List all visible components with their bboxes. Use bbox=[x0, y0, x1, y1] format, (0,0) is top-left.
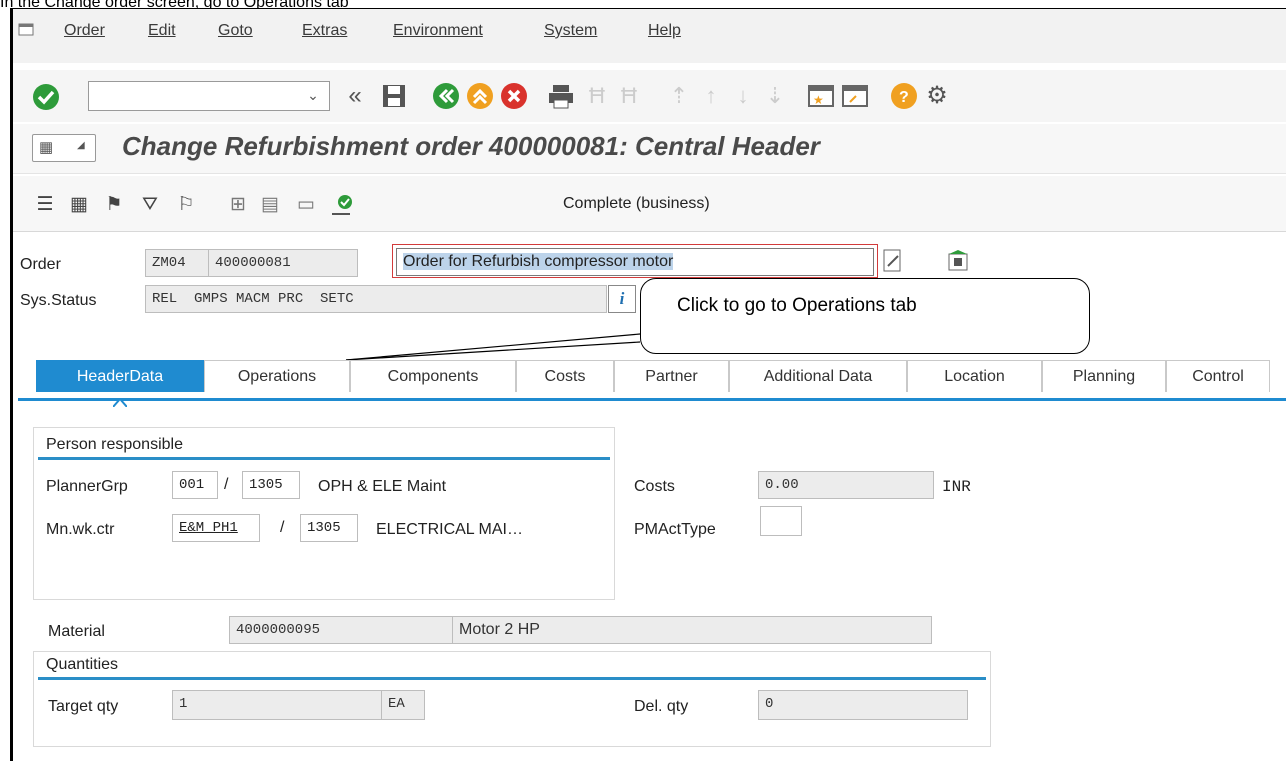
first-page-icon[interactable]: ⇡ bbox=[664, 82, 694, 110]
material-label: Material bbox=[48, 623, 105, 640]
order-description-text: Order for Refurbish compressor motor bbox=[403, 253, 674, 270]
tab-partner[interactable]: Partner bbox=[614, 360, 729, 392]
help-icon[interactable]: ? bbox=[890, 82, 918, 110]
material-description-field: Motor 2 HP bbox=[452, 616, 932, 644]
sys-status-label: Sys.Status bbox=[20, 292, 97, 309]
pm-activity-type-field[interactable] bbox=[760, 506, 802, 536]
find-icon[interactable]: Ħ bbox=[582, 82, 612, 110]
delivered-qty-label: Del. qty bbox=[634, 698, 689, 715]
order-number-field: 400000081 bbox=[208, 249, 358, 277]
svg-text:★: ★ bbox=[813, 93, 824, 107]
unit-field: EA bbox=[381, 690, 425, 720]
quantities-title: Quantities bbox=[46, 656, 119, 673]
menu-system[interactable]: System bbox=[544, 22, 597, 40]
print-icon[interactable] bbox=[546, 82, 576, 110]
previous-page-icon[interactable]: ↑ bbox=[696, 82, 726, 110]
status-info-button[interactable]: i bbox=[608, 285, 636, 313]
new-session-icon[interactable]: ★ bbox=[806, 82, 836, 110]
tab-additional-data[interactable]: Additional Data bbox=[729, 360, 907, 392]
release-icon[interactable]: ⚑ bbox=[100, 192, 128, 218]
find-next-icon[interactable]: Ħ bbox=[614, 82, 644, 110]
person-responsible-title: Person responsible bbox=[46, 436, 183, 453]
filter-icon[interactable]: ⛛ bbox=[136, 192, 164, 218]
complete-business-button[interactable]: Complete (business) bbox=[563, 195, 710, 213]
long-text-icon[interactable] bbox=[880, 248, 906, 274]
costs-field: 0.00 bbox=[758, 471, 934, 499]
main-work-center-field[interactable]: E&M_PH1 bbox=[172, 514, 260, 542]
menu-extras[interactable]: Extras bbox=[302, 22, 347, 40]
order-type-field: ZM04 bbox=[145, 249, 211, 277]
tab-costs[interactable]: Costs bbox=[516, 360, 614, 392]
menu-grid-icon: ▦ bbox=[39, 139, 54, 156]
caret-icon: ◢ bbox=[77, 140, 85, 151]
menu-order[interactable]: Order bbox=[64, 22, 105, 40]
order-description-input[interactable]: Order for Refurbish compressor motor bbox=[396, 248, 874, 276]
menu-goto[interactable]: Goto bbox=[218, 22, 253, 40]
object-list-icon[interactable]: ⊞ bbox=[224, 192, 252, 218]
tab-underline bbox=[18, 398, 1286, 401]
target-qty-label: Target qty bbox=[48, 698, 119, 715]
exit-icon[interactable] bbox=[466, 82, 494, 110]
documents-icon[interactable]: ▤ bbox=[256, 192, 284, 218]
costs-currency: INR bbox=[942, 478, 971, 496]
menu-edit[interactable]: Edit bbox=[148, 22, 176, 40]
tab-strip: HeaderData Operations Components Costs P… bbox=[18, 360, 1286, 394]
form-icon[interactable]: ▭ bbox=[292, 192, 320, 218]
main-work-center-text: ELECTRICAL MAI… bbox=[376, 521, 523, 538]
tab-operations[interactable]: Operations bbox=[204, 360, 350, 392]
back-icon[interactable] bbox=[432, 82, 460, 110]
menu-icon[interactable] bbox=[18, 22, 36, 38]
last-page-icon[interactable]: ⇣ bbox=[760, 82, 790, 110]
page-title: Change Refurbishment order 400000081: Ce… bbox=[122, 131, 820, 161]
double-left-arrow-icon[interactable]: « bbox=[340, 82, 370, 110]
tab-control[interactable]: Control bbox=[1166, 360, 1270, 392]
settings-icon[interactable]: ⚙ bbox=[922, 82, 952, 110]
planner-separator: / bbox=[224, 476, 229, 493]
technically-complete-icon[interactable]: ⚐ bbox=[172, 192, 200, 218]
target-qty-field: 1 bbox=[172, 690, 384, 720]
planner-group-label: PlannerGrp bbox=[46, 478, 128, 495]
menu-button[interactable]: ▦ ◢ bbox=[32, 134, 96, 162]
callout-box: Click to go to Operations tab bbox=[640, 278, 1090, 354]
work-center-separator: / bbox=[280, 519, 285, 536]
complete-check-icon[interactable] bbox=[328, 192, 356, 218]
planner-group-field[interactable]: 001 bbox=[172, 471, 218, 499]
command-field[interactable] bbox=[88, 81, 330, 111]
tab-location[interactable]: Location bbox=[907, 360, 1042, 392]
chevron-down-icon[interactable]: ⌄ bbox=[300, 82, 326, 108]
group-divider bbox=[38, 457, 610, 460]
display-list-icon[interactable]: ☰ bbox=[32, 192, 58, 218]
tab-header-data[interactable]: HeaderData bbox=[36, 360, 204, 392]
planner-group-text: OPH & ELE Maint bbox=[318, 478, 447, 495]
tab-components[interactable]: Components bbox=[350, 360, 516, 392]
costs-label: Costs bbox=[634, 478, 675, 495]
green-check-icon[interactable] bbox=[32, 83, 60, 111]
shortcut-icon[interactable] bbox=[840, 82, 870, 110]
active-tab-pointer bbox=[112, 394, 128, 408]
object-services-icon[interactable] bbox=[945, 248, 971, 274]
svg-text:?: ? bbox=[899, 89, 909, 106]
save-icon[interactable] bbox=[380, 82, 408, 110]
main-work-center-label: Mn.wk.ctr bbox=[46, 521, 115, 538]
material-number-field: 4000000095 bbox=[229, 616, 455, 644]
work-center-plant-field[interactable]: 1305 bbox=[300, 514, 358, 542]
calculator-icon[interactable]: ▦ bbox=[66, 192, 92, 218]
delivered-qty-field: 0 bbox=[758, 690, 968, 720]
cancel-icon[interactable] bbox=[500, 82, 528, 110]
pm-activity-type-label: PMActType bbox=[634, 521, 716, 538]
next-page-icon[interactable]: ↓ bbox=[728, 82, 758, 110]
menu-environment[interactable]: Environment bbox=[393, 22, 483, 40]
quantities-divider bbox=[38, 677, 986, 680]
sys-status-field: REL GMPS MACM PRC SETC bbox=[145, 285, 607, 313]
planner-plant-field[interactable]: 1305 bbox=[242, 471, 300, 499]
menu-help[interactable]: Help bbox=[648, 22, 681, 40]
tab-planning[interactable]: Planning bbox=[1042, 360, 1166, 392]
order-label: Order bbox=[20, 256, 61, 273]
